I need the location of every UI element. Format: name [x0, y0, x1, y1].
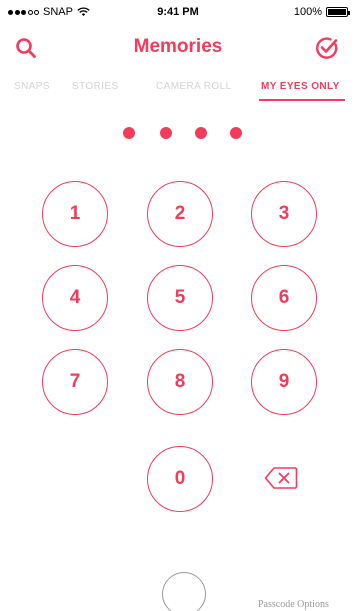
key-4[interactable]: 4 — [42, 265, 108, 331]
status-right: 100% — [293, 6, 350, 18]
key-7[interactable]: 7 — [42, 349, 108, 415]
memories-tabs: SNAPS STORIES CAMERA ROLL MY EYES ONLY — [0, 78, 356, 98]
page-title: Memories — [133, 36, 223, 57]
home-button[interactable] — [162, 572, 206, 611]
battery-level — [328, 9, 346, 15]
key-6[interactable]: 6 — [251, 265, 317, 331]
passcode-dots — [0, 127, 356, 141]
key-8[interactable]: 8 — [147, 349, 213, 415]
pin-dot — [195, 127, 207, 139]
key-9[interactable]: 9 — [251, 349, 317, 415]
tab-my-eyes-only[interactable]: MY EYES ONLY — [261, 81, 340, 92]
nav-bar: Memories — [0, 30, 356, 66]
key-5[interactable]: 5 — [147, 265, 213, 331]
pin-dot — [230, 127, 242, 139]
key-1[interactable]: 1 — [42, 181, 108, 247]
tab-camera-roll[interactable]: CAMERA ROLL — [156, 81, 232, 92]
backspace-icon[interactable] — [264, 466, 298, 490]
tab-stories[interactable]: STORIES — [72, 81, 119, 92]
pin-dot — [123, 127, 135, 139]
key-3[interactable]: 3 — [251, 181, 317, 247]
key-0[interactable]: 0 — [147, 446, 213, 512]
key-2[interactable]: 2 — [147, 181, 213, 247]
battery-percent: 100% — [293, 6, 322, 18]
tab-snaps[interactable]: SNAPS — [14, 81, 50, 92]
status-bar: SNAP 9:41 PM 100% — [0, 0, 356, 22]
select-check-icon[interactable] — [314, 35, 340, 61]
pin-dot — [160, 127, 172, 139]
active-tab-indicator — [259, 99, 345, 101]
passcode-options-link[interactable]: Passcode Options — [258, 599, 329, 610]
battery-icon — [326, 7, 350, 17]
